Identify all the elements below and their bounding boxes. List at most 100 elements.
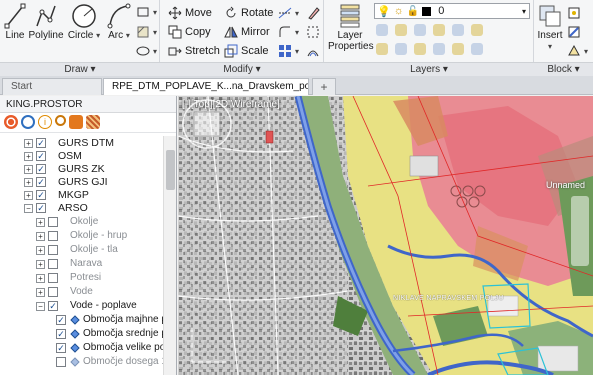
expand-icon[interactable]: + bbox=[36, 273, 45, 283]
expand-icon[interactable]: + bbox=[36, 217, 45, 227]
layer-checkbox[interactable]: ✓ bbox=[36, 177, 46, 187]
block-panel-title[interactable]: Block ▾ bbox=[534, 62, 593, 76]
layer-off-icon[interactable] bbox=[395, 24, 407, 36]
tag-icon[interactable] bbox=[69, 115, 83, 129]
tree-item-okolje-tla[interactable]: + Okolje - tla bbox=[36, 243, 118, 257]
tree-item-gurs-zk[interactable]: + ✓ GURS ZK bbox=[24, 162, 105, 176]
tree-item-gurs-dtm[interactable]: + ✓ GURS DTM bbox=[24, 136, 114, 150]
trim-button[interactable]: ▾ bbox=[278, 5, 299, 21]
layer-previous-icon[interactable] bbox=[471, 24, 483, 36]
tab-start[interactable]: Start bbox=[2, 78, 102, 95]
expand-icon[interactable]: + bbox=[24, 164, 33, 174]
layer-checkbox[interactable]: ✓ bbox=[36, 164, 46, 174]
expand-icon[interactable]: + bbox=[24, 138, 33, 148]
tree-item-obmocja-majhne[interactable]: ✓ Območja majhne poj bbox=[56, 313, 164, 327]
expand-icon[interactable]: + bbox=[24, 151, 33, 161]
layer-checkbox[interactable]: ✓ bbox=[56, 315, 66, 325]
connect-icon[interactable] bbox=[4, 115, 18, 129]
rectangle-dropdown-icon[interactable]: ▾ bbox=[153, 8, 157, 17]
layer-checkbox[interactable]: ✓ bbox=[48, 301, 58, 311]
array-button[interactable]: ▾ bbox=[278, 43, 299, 59]
layer-unisolate-icon[interactable] bbox=[376, 43, 388, 55]
tree-item-okolje[interactable]: + Okolje bbox=[36, 215, 98, 229]
refresh-icon[interactable] bbox=[21, 115, 35, 129]
insert-dropdown-icon[interactable]: ▾ bbox=[548, 42, 552, 51]
layer-match-icon[interactable] bbox=[452, 24, 464, 36]
layer-merge-icon[interactable] bbox=[471, 43, 483, 55]
polyline-tool[interactable]: Polyline bbox=[28, 2, 64, 41]
navigation-bar[interactable] bbox=[571, 196, 589, 266]
line-tool[interactable]: Line bbox=[2, 2, 28, 41]
expand-icon[interactable]: + bbox=[36, 231, 45, 241]
layer-checkbox[interactable] bbox=[48, 231, 58, 241]
arc-tool[interactable]: Arc ▾ bbox=[104, 2, 134, 41]
tab-drawing[interactable]: RPE_DTM_POPLAVE_K...na_Dravskem_polju* bbox=[103, 78, 309, 95]
tree-item-okolje-hrup[interactable]: + Okolje - hrup bbox=[36, 229, 127, 243]
copy-button[interactable]: Copy bbox=[168, 24, 211, 40]
layer-checkbox[interactable] bbox=[48, 273, 58, 283]
layer-thaw-icon[interactable] bbox=[414, 43, 426, 55]
tree-item-osm[interactable]: + ✓ OSM bbox=[24, 149, 82, 163]
stretch-button[interactable]: Stretch bbox=[168, 43, 220, 59]
tree-item-obmocje-dosega[interactable]: Območje dosega 10- bbox=[56, 355, 164, 369]
expand-icon[interactable]: + bbox=[24, 190, 33, 200]
ellipse-dropdown-icon[interactable]: ▾ bbox=[153, 47, 157, 56]
tree-scroll-thumb[interactable] bbox=[166, 150, 175, 190]
modify-panel-title[interactable]: Modify ▾ bbox=[160, 62, 324, 76]
grid-icon[interactable] bbox=[86, 115, 100, 129]
layer-unlock-icon[interactable] bbox=[433, 43, 445, 55]
tree-item-obmocja-srednje[interactable]: ✓ Območja srednje poj bbox=[56, 327, 164, 341]
tree-item-mkgp[interactable]: + ✓ MKGP bbox=[24, 188, 89, 202]
expand-icon[interactable]: + bbox=[36, 259, 45, 269]
layer-lock-tool-icon[interactable] bbox=[433, 24, 445, 36]
info-icon[interactable]: i bbox=[38, 115, 52, 129]
tree-scrollbar[interactable] bbox=[163, 136, 176, 375]
layer-isolate-icon[interactable] bbox=[376, 24, 388, 36]
insert-button[interactable]: Insert ▾ bbox=[536, 2, 564, 52]
layer-checkbox[interactable]: ✓ bbox=[36, 203, 46, 213]
layer-checkbox[interactable]: ✓ bbox=[56, 343, 66, 353]
collapse-icon[interactable]: − bbox=[24, 203, 33, 213]
search-icon[interactable] bbox=[55, 115, 66, 126]
view-cube[interactable]: N bbox=[178, 96, 236, 166]
explode-button[interactable] bbox=[306, 24, 320, 40]
layer-walk-icon[interactable] bbox=[452, 43, 464, 55]
trim-dropdown-icon[interactable]: ▾ bbox=[295, 9, 299, 18]
layer-freeze-tool-icon[interactable] bbox=[414, 24, 426, 36]
block-attribute-button[interactable]: ▾ bbox=[567, 43, 588, 59]
create-block-button[interactable] bbox=[567, 5, 581, 21]
new-tab-button[interactable]: + bbox=[312, 78, 336, 95]
layer-checkbox[interactable] bbox=[48, 287, 58, 297]
fillet-dropdown-icon[interactable]: ▾ bbox=[295, 28, 299, 37]
view-cube-ucs-label[interactable]: Unnamed bbox=[546, 180, 585, 190]
tree-item-obmocja-velike[interactable]: ✓ Območja velike poj bbox=[56, 341, 164, 355]
layer-on-tool-icon[interactable] bbox=[395, 43, 407, 55]
layer-checkbox[interactable] bbox=[56, 357, 66, 367]
layer-checkbox[interactable] bbox=[48, 259, 58, 269]
rectangle-tool[interactable]: ▾ bbox=[136, 4, 157, 20]
layer-checkbox[interactable] bbox=[48, 217, 58, 227]
offset-button[interactable] bbox=[306, 43, 320, 59]
layer-checkbox[interactable]: ✓ bbox=[36, 138, 46, 148]
arc-dropdown-icon[interactable]: ▾ bbox=[126, 31, 130, 40]
layer-checkbox[interactable]: ✓ bbox=[36, 151, 46, 161]
hatch-dropdown-icon[interactable]: ▾ bbox=[153, 28, 157, 37]
ellipse-tool[interactable]: ▾ bbox=[136, 24, 157, 40]
circle-tool[interactable]: Circle ▾ bbox=[66, 2, 102, 41]
layers-panel-title[interactable]: Layers ▾ bbox=[324, 62, 534, 76]
expand-icon[interactable]: + bbox=[36, 287, 45, 297]
erase-button[interactable] bbox=[306, 5, 320, 21]
expand-icon[interactable]: + bbox=[36, 245, 45, 255]
layer-checkbox[interactable]: ✓ bbox=[36, 190, 46, 200]
rotate-button[interactable]: Rotate bbox=[224, 5, 273, 21]
tree-item-vode[interactable]: + Vode bbox=[36, 285, 93, 299]
layer-dropdown[interactable]: 💡 ☼ 🔓 0 ▾ bbox=[374, 3, 530, 19]
mirror-button[interactable]: Mirror bbox=[224, 24, 270, 40]
drawing-viewport[interactable]: [-][Top][2D Wireframe] NIKLAVE NAPRAVSKE… bbox=[178, 96, 593, 375]
circle-dropdown-icon[interactable]: ▾ bbox=[96, 31, 100, 40]
ellipse-tool-2[interactable]: ▾ bbox=[136, 43, 157, 59]
scale-button[interactable]: Scale bbox=[224, 43, 269, 59]
array-dropdown-icon[interactable]: ▾ bbox=[295, 47, 299, 56]
draw-panel-title[interactable]: Draw ▾ bbox=[0, 62, 160, 76]
fillet-button[interactable]: ▾ bbox=[278, 24, 299, 40]
